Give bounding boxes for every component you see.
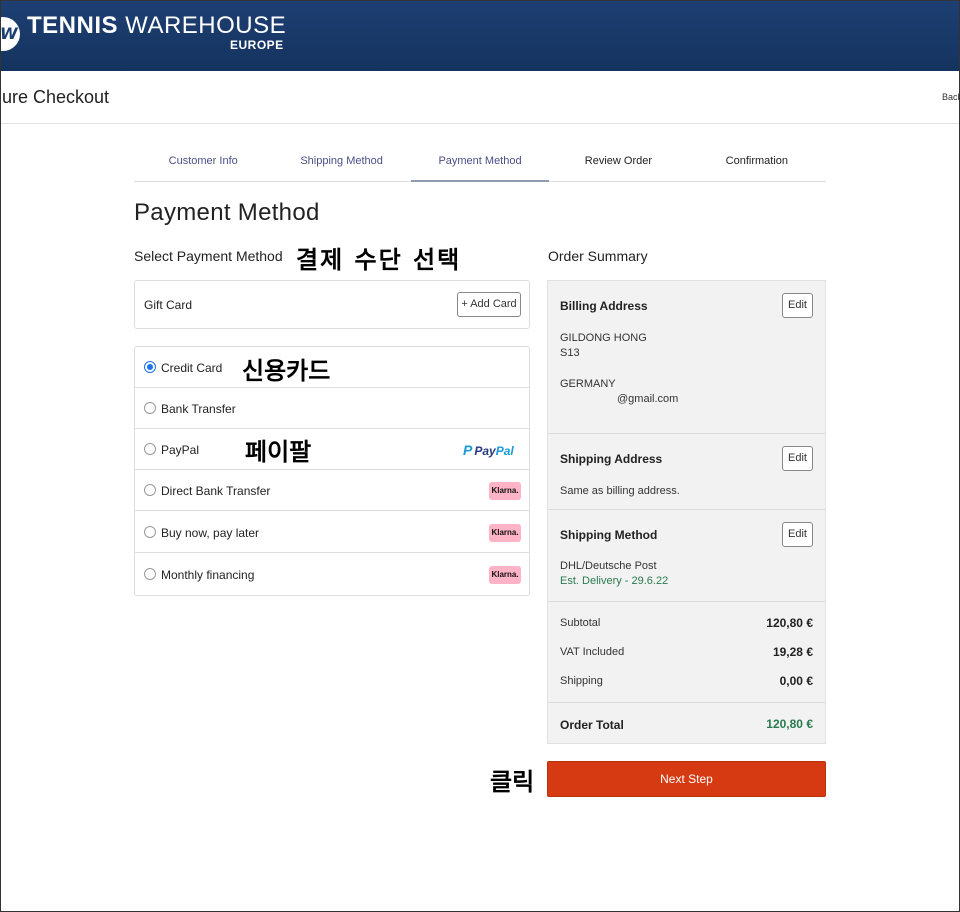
billing-address-heading: Billing Address bbox=[560, 299, 648, 313]
site-header: W TENNIS WAREHOUSE EUROPE bbox=[0, 0, 960, 71]
step-customer-info[interactable]: Customer Info bbox=[134, 146, 272, 181]
credit-card-radio[interactable] bbox=[144, 361, 156, 373]
vat-value: 19,28 € bbox=[772, 645, 813, 659]
shipping-address-heading: Shipping Address bbox=[560, 452, 663, 466]
order-total-row: Order Total 120,80 € bbox=[548, 702, 825, 744]
direct-bank-transfer-radio[interactable] bbox=[144, 484, 156, 496]
gift-card-panel: Gift Card + Add Card bbox=[134, 280, 530, 329]
order-total-label: Order Total bbox=[560, 718, 624, 732]
payment-option-monthly-financing[interactable]: Monthly financing Klarna. bbox=[135, 553, 529, 595]
checkout-title: ure Checkout bbox=[2, 87, 110, 107]
back-link[interactable]: Back bbox=[942, 92, 960, 102]
add-card-button[interactable]: + Add Card bbox=[457, 292, 521, 317]
edit-shipping-address-button[interactable]: Edit bbox=[782, 446, 813, 471]
payment-options: Credit Card Bank Transfer PayPal P PayPal… bbox=[134, 346, 530, 596]
order-total-value: 120,80 € bbox=[766, 717, 813, 731]
subtotal-label: Subtotal bbox=[560, 617, 601, 629]
next-step-button[interactable]: Next Step bbox=[547, 761, 826, 797]
shipping-cost-row: Shipping 0,00 € bbox=[548, 666, 825, 696]
shipping-address-block: Shipping Address Edit Same as billing ad… bbox=[548, 434, 825, 510]
checkout-bar: ure Checkout Back bbox=[0, 71, 960, 124]
buy-now-pay-later-label: Buy now, pay later bbox=[161, 526, 260, 540]
payment-option-bank-transfer[interactable]: Bank Transfer bbox=[135, 388, 529, 429]
brand-light: WAREHOUSE bbox=[118, 12, 287, 39]
vat-label: VAT Included bbox=[560, 646, 625, 658]
brand-logo[interactable]: TENNIS WAREHOUSE bbox=[27, 12, 286, 40]
billing-line2: S13 bbox=[560, 347, 580, 359]
shipping-carrier: DHL/Deutsche Post bbox=[560, 560, 657, 572]
select-payment-title: Select Payment Method bbox=[134, 248, 283, 264]
checkout-steps: Customer Info Shipping Method Payment Me… bbox=[134, 146, 826, 182]
step-payment-method[interactable]: Payment Method bbox=[410, 146, 550, 182]
order-summary-title: Order Summary bbox=[548, 248, 648, 264]
subtotal-row: Subtotal 120,80 € bbox=[548, 608, 825, 638]
shipping-cost-value: 0,00 € bbox=[779, 674, 813, 688]
billing-email: @gmail.com bbox=[617, 393, 679, 405]
monthly-financing-radio[interactable] bbox=[144, 568, 156, 580]
payment-option-credit-card[interactable]: Credit Card bbox=[135, 347, 529, 388]
logo-icon[interactable]: W bbox=[0, 17, 20, 51]
shipping-cost-label: Shipping bbox=[560, 675, 603, 687]
step-review-order: Review Order bbox=[584, 155, 653, 167]
paypal-label: PayPal bbox=[161, 443, 200, 457]
klarna-badge-icon: Klarna. bbox=[489, 566, 521, 584]
estimated-delivery: Est. Delivery - 29.6.22 bbox=[560, 575, 669, 587]
vat-row: VAT Included 19,28 € bbox=[548, 637, 825, 667]
annotation-paypal: 페이팔 bbox=[245, 438, 312, 466]
annotation-select-method: 결제 수단 선택 bbox=[296, 246, 462, 274]
billing-country: GERMANY bbox=[560, 378, 616, 390]
subtotal-value: 120,80 € bbox=[766, 616, 813, 630]
shipping-address-text: Same as billing address. bbox=[560, 485, 680, 497]
step-confirmation: Confirmation bbox=[725, 155, 788, 167]
annotation-credit-card: 신용카드 bbox=[242, 357, 331, 385]
brand-subtitle: EUROPE bbox=[230, 38, 284, 52]
direct-bank-transfer-label: Direct Bank Transfer bbox=[161, 484, 271, 498]
order-summary-panel: Billing Address Edit GILDONG HONG S13 GE… bbox=[547, 280, 826, 744]
bank-transfer-radio[interactable] bbox=[144, 402, 156, 414]
payment-option-buy-now-pay-later[interactable]: Buy now, pay later Klarna. bbox=[135, 511, 529, 553]
klarna-badge-icon: Klarna. bbox=[489, 482, 521, 500]
payment-option-paypal[interactable]: PayPal P PayPal bbox=[135, 429, 529, 470]
credit-card-label: Credit Card bbox=[161, 361, 223, 375]
shipping-method-block: Shipping Method Edit DHL/Deutsche Post E… bbox=[548, 510, 825, 602]
bank-transfer-label: Bank Transfer bbox=[161, 402, 236, 416]
buy-now-pay-later-radio[interactable] bbox=[144, 526, 156, 538]
paypal-logo-icon: P PayPal bbox=[463, 442, 514, 458]
annotation-click: 클릭 bbox=[490, 768, 535, 796]
gift-card-label: Gift Card bbox=[144, 298, 193, 312]
payment-option-direct-bank-transfer[interactable]: Direct Bank Transfer Klarna. bbox=[135, 470, 529, 511]
step-shipping-method[interactable]: Shipping Method bbox=[272, 146, 410, 181]
edit-shipping-method-button[interactable]: Edit bbox=[782, 522, 813, 547]
edit-billing-button[interactable]: Edit bbox=[782, 293, 813, 318]
billing-name: GILDONG HONG bbox=[560, 332, 647, 344]
billing-address-block: Billing Address Edit GILDONG HONG S13 GE… bbox=[548, 281, 825, 434]
shipping-method-heading: Shipping Method bbox=[560, 528, 658, 542]
brand-bold: TENNIS bbox=[27, 12, 119, 39]
page-title: Payment Method bbox=[134, 199, 320, 226]
monthly-financing-label: Monthly financing bbox=[161, 568, 255, 582]
klarna-badge-icon: Klarna. bbox=[489, 524, 521, 542]
paypal-radio[interactable] bbox=[144, 443, 156, 455]
